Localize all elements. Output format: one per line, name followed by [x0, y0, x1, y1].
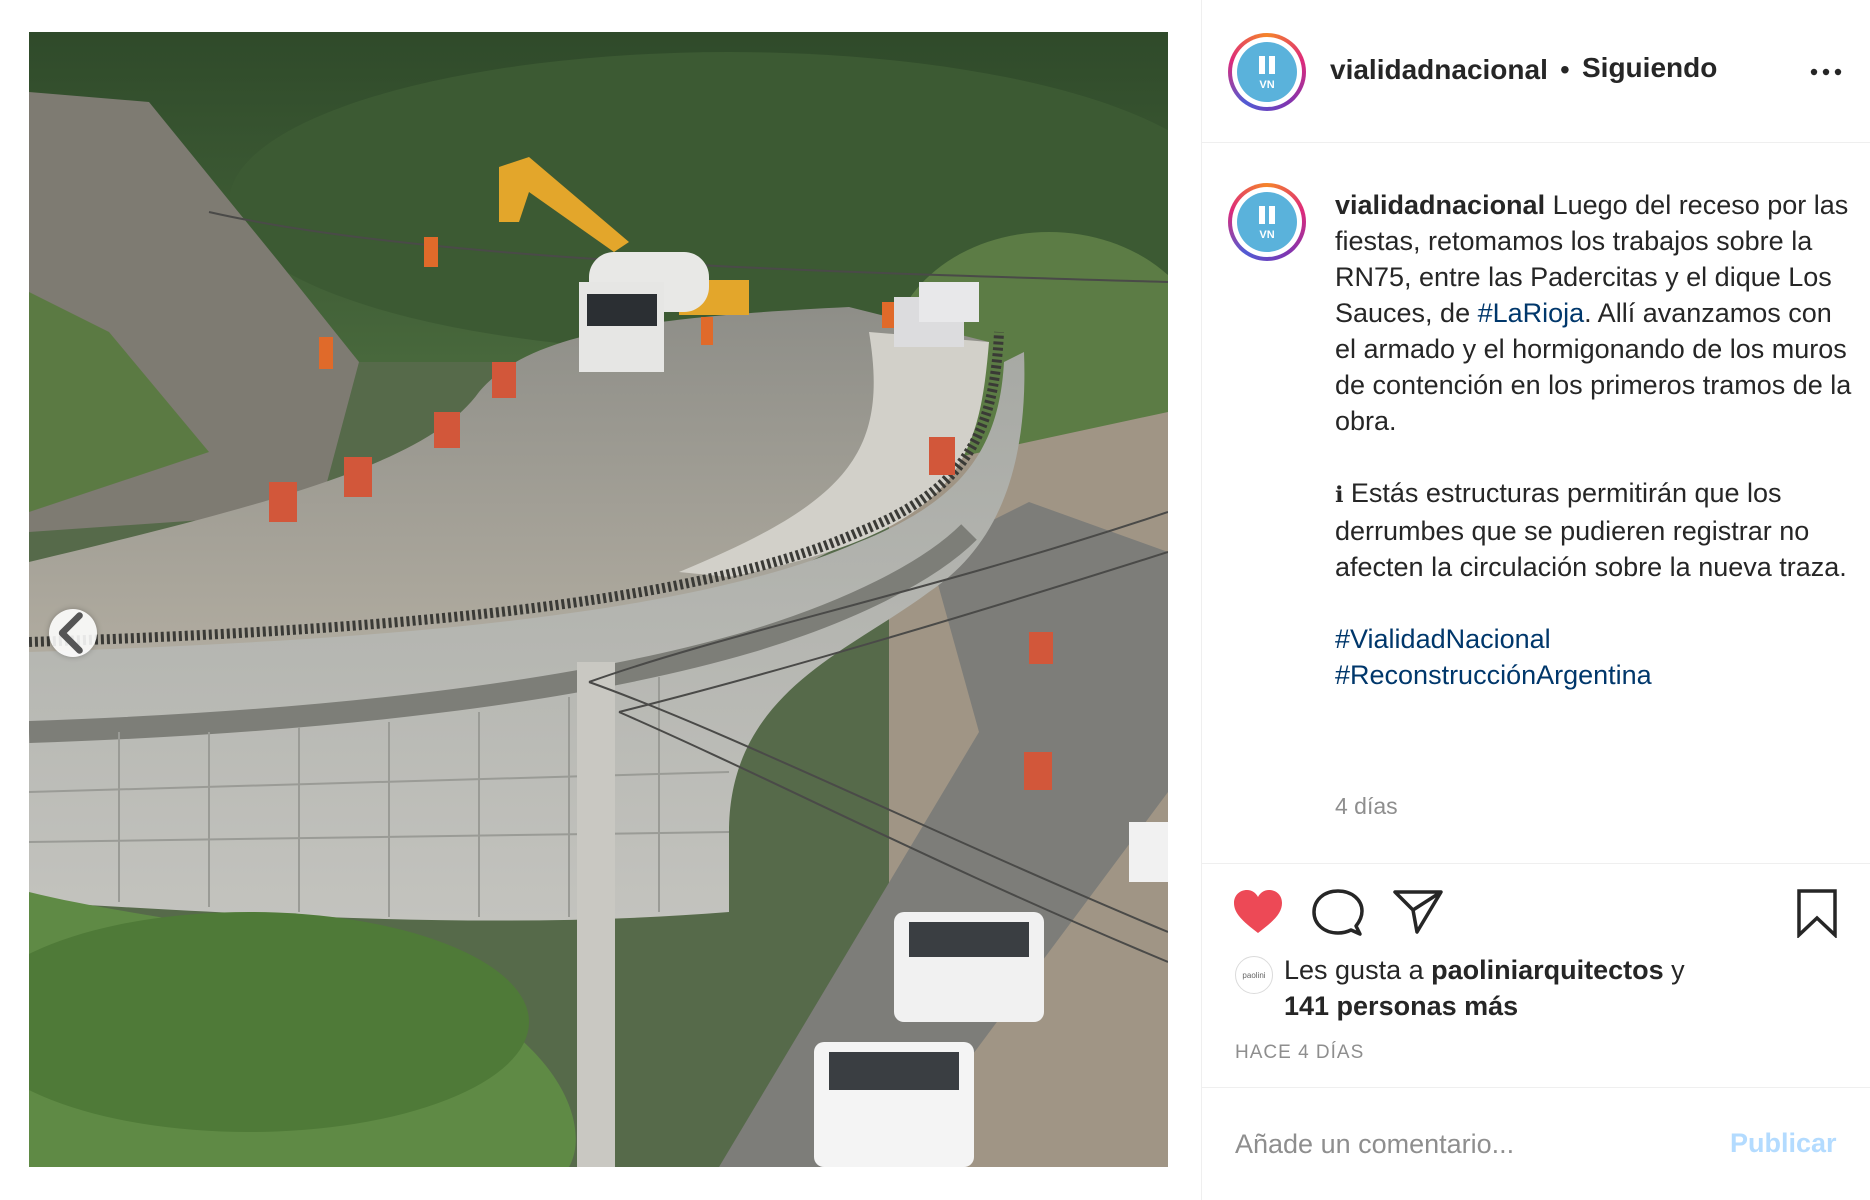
carousel-prev-button[interactable]	[49, 609, 97, 657]
road-construction-photo	[29, 32, 1168, 1167]
vn-logo-icon: VN	[1259, 56, 1275, 91]
post-caption: vialidadnacional Luego del receso por la…	[1335, 187, 1855, 693]
hashtag-link[interactable]: #VialidadNacional	[1335, 621, 1855, 657]
likes-summary: Les gusta a paoliniarquitectos y 141 per…	[1284, 955, 1685, 1021]
post-header: VN vialidadnacional • Siguiendo	[1202, 0, 1870, 143]
heart-filled-icon[interactable]	[1232, 888, 1284, 936]
post-timestamp[interactable]: HACE 4 DÍAS	[1235, 1042, 1364, 1064]
hashtag-link[interactable]: #LaRioja	[1478, 298, 1585, 328]
svg-text:VN: VN	[1259, 79, 1274, 91]
account-username[interactable]: vialidadnacional	[1330, 54, 1548, 86]
caption-avatar[interactable]: VN	[1228, 183, 1306, 261]
caption-text: Estás estructuras permitirán que los der…	[1335, 478, 1847, 582]
post-photo[interactable]	[29, 32, 1168, 1167]
post-side-panel: VN vialidadnacional • Siguiendo VN viali…	[1201, 0, 1870, 1200]
svg-text:VN: VN	[1259, 229, 1274, 241]
likes-count-link[interactable]: 141 personas más	[1284, 991, 1518, 1021]
comment-bar: Publicar	[1202, 1088, 1870, 1200]
liker-username[interactable]: paoliniarquitectos	[1431, 955, 1664, 985]
bookmark-icon[interactable]	[1795, 888, 1839, 938]
share-send-icon[interactable]	[1392, 888, 1444, 936]
comment-input[interactable]	[1235, 1124, 1715, 1164]
separator-dot: •	[1560, 54, 1570, 85]
account-avatar[interactable]: VN	[1228, 33, 1306, 111]
vialidad-logo: VN	[1237, 192, 1297, 252]
vn-logo-icon: VN	[1259, 206, 1275, 241]
liker-avatar[interactable]: paolini	[1235, 956, 1273, 994]
comment-icon[interactable]	[1312, 888, 1364, 938]
more-options-icon[interactable]	[1806, 62, 1846, 82]
hashtag-link[interactable]: #ReconstrucciónArgentina	[1335, 657, 1855, 693]
caption-time[interactable]: 4 días	[1335, 793, 1398, 820]
chevron-left-icon	[58, 612, 83, 654]
caption-username[interactable]: vialidadnacional	[1335, 190, 1545, 220]
vialidad-logo: VN	[1237, 42, 1297, 102]
caption-section: VN vialidadnacional Luego del receso por…	[1202, 143, 1870, 863]
post-actions: paolini Les gusta a paoliniarquitectos y…	[1202, 863, 1870, 1088]
following-button[interactable]: Siguiendo	[1582, 52, 1717, 84]
publish-button[interactable]: Publicar	[1730, 1128, 1837, 1159]
